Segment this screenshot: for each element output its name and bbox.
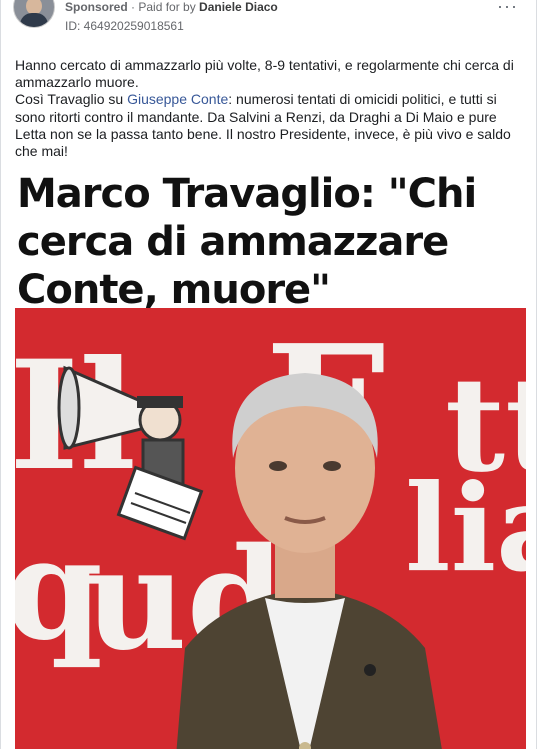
- post-text-line1: Hanno cercato di ammazzarlo più volte, 8…: [15, 57, 514, 91]
- ad-id: ID: 464920259018561: [65, 19, 184, 33]
- giuseppe-conte-link[interactable]: Giuseppe Conte: [127, 91, 228, 107]
- headline-line3: Conte, muore": [17, 267, 331, 313]
- advertiser-avatar[interactable]: [13, 0, 55, 28]
- post-text: Hanno cercato di ammazzarlo più volte, 8…: [15, 57, 530, 160]
- ad-card: Sponsored · Paid for by Daniele Diaco ID…: [0, 0, 537, 749]
- advertiser-name[interactable]: Daniele Diaco: [199, 0, 278, 14]
- separator: ·: [127, 0, 139, 14]
- photo-area: Il F tt q ud lia: [15, 308, 526, 749]
- avatar-body: [20, 13, 48, 27]
- more-options-icon[interactable]: ···: [497, 0, 518, 17]
- image-headline: Marco Travaglio: "Chi cerca di ammazzare…: [17, 170, 522, 314]
- speaker-portrait: [176, 373, 442, 749]
- post-image[interactable]: Marco Travaglio: "Chi cerca di ammazzare…: [15, 160, 526, 749]
- sponsor-line: Sponsored · Paid for by Daniele Diaco: [65, 0, 278, 14]
- post-header: Sponsored · Paid for by Daniele Diaco ID…: [1, 0, 536, 40]
- headline-line2: cerca di ammazzare: [17, 219, 449, 265]
- headline-line1: Marco Travaglio: "Chi: [17, 171, 477, 217]
- paid-for-label: Paid for by: [138, 0, 200, 14]
- text-before-link: Così Travaglio su: [15, 91, 128, 108]
- sponsored-label: Sponsored: [65, 0, 128, 14]
- post-text-paragraph2: Così Travaglio su Giuseppe Conte: numero…: [15, 91, 530, 160]
